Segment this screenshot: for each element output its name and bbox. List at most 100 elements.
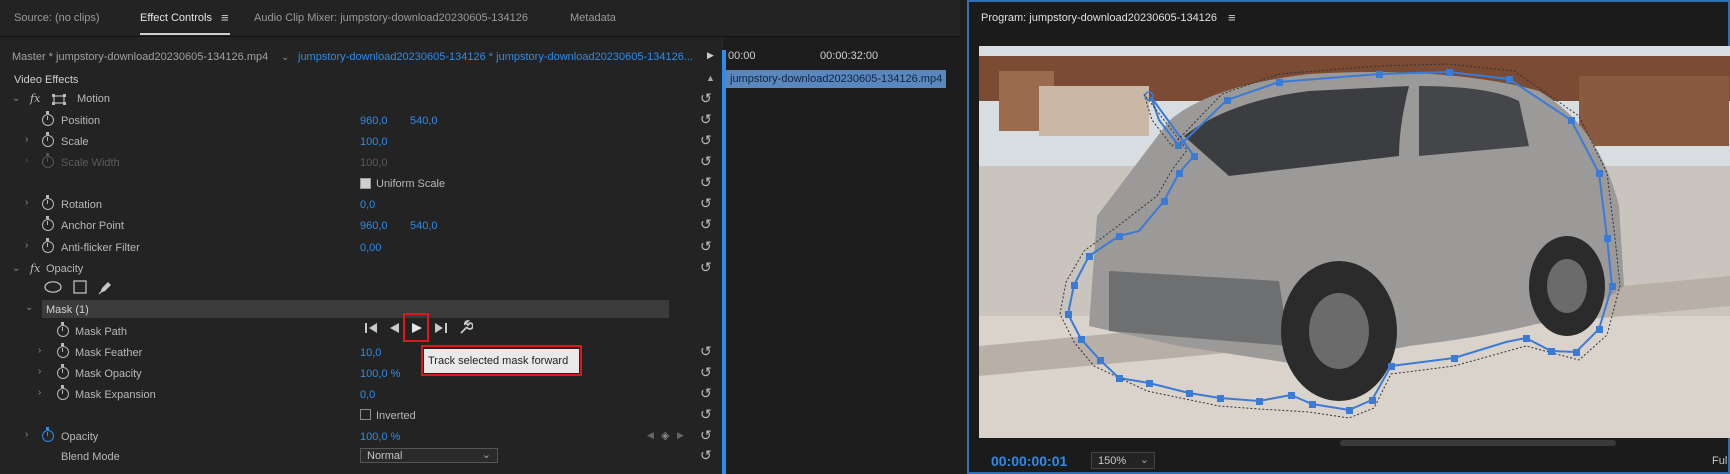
reset-icon[interactable]: ↺ (700, 91, 714, 105)
stopwatch-icon[interactable] (42, 216, 54, 231)
tab-effect-controls[interactable]: Effect Controls (140, 12, 212, 24)
mask-path-label: Mask Path (75, 326, 127, 338)
playback-resolution[interactable]: Ful (1712, 455, 1727, 467)
reset-icon[interactable]: ↺ (700, 133, 714, 147)
reset-icon[interactable]: ↺ (700, 448, 714, 462)
program-video-frame[interactable] (979, 46, 1730, 438)
expand-chevron-icon[interactable]: › (38, 366, 41, 377)
sequence-clip-label[interactable]: jumpstory-download20230605-134126 * jump… (298, 51, 693, 63)
anchor-x-value[interactable]: 960,0 (360, 220, 388, 232)
play-triangle-icon[interactable]: ▶ (707, 50, 714, 61)
motion-transform-icon[interactable] (52, 94, 66, 105)
track-backward-one-frame-icon[interactable] (364, 322, 378, 334)
rotation-value[interactable]: 0,0 (360, 199, 375, 211)
expand-chevron-icon[interactable]: › (25, 134, 28, 145)
timeline-end-time: 00:00:32:00 (820, 50, 879, 62)
panel-tab-bar: Source: (no clips) Effect Controls ≡ Aud… (0, 0, 960, 37)
reset-icon[interactable]: ↺ (700, 112, 714, 126)
opacity-value[interactable]: 100,0 % (360, 431, 400, 443)
reset-icon[interactable]: ↺ (700, 260, 714, 274)
blend-mode-label: Blend Mode (61, 451, 120, 463)
anti-flicker-label: Anti-flicker Filter (61, 242, 140, 254)
wrench-icon[interactable] (458, 320, 473, 335)
stopwatch-icon[interactable] (57, 364, 69, 379)
effect-controls-timeline[interactable] (722, 37, 949, 474)
chevron-down-icon: ⌄ (1139, 454, 1149, 466)
program-horizontal-scrollbar[interactable] (1340, 440, 1616, 446)
inverted-checkbox[interactable] (360, 409, 371, 420)
track-forward-highlight (403, 313, 429, 342)
master-clip-label[interactable]: Master * jumpstory-download20230605-1341… (12, 51, 268, 63)
opacity-label: Opacity (61, 431, 99, 443)
timeline-clip[interactable]: jumpstory-download20230605-134126.mp4 (726, 70, 946, 88)
position-x-value[interactable]: 960,0 (360, 115, 388, 127)
reset-icon[interactable]: ↺ (700, 196, 714, 210)
anchor-y-value[interactable]: 540,0 (410, 220, 438, 232)
stopwatch-icon[interactable] (42, 427, 54, 442)
expand-chevron-icon[interactable]: › (38, 387, 41, 398)
collapse-chevron-icon[interactable]: ⌄ (12, 263, 20, 274)
next-keyframe-icon[interactable]: ▶ (677, 430, 684, 441)
fx-badge-icon[interactable]: fx (30, 262, 40, 275)
expand-chevron-icon[interactable]: › (25, 240, 28, 251)
reset-icon[interactable]: ↺ (700, 365, 714, 379)
add-keyframe-icon[interactable]: ◈ (661, 429, 669, 442)
reset-icon[interactable]: ↺ (700, 154, 714, 168)
rotation-label: Rotation (61, 199, 102, 211)
stopwatch-icon[interactable] (57, 385, 69, 400)
mask-feather-label: Mask Feather (75, 347, 143, 359)
expand-chevron-icon[interactable]: › (25, 197, 28, 208)
zoom-select[interactable]: 150% ⌄ (1091, 452, 1155, 469)
reset-icon[interactable]: ↺ (700, 344, 714, 358)
reset-icon[interactable]: ↺ (700, 175, 714, 189)
active-tab-indicator (140, 33, 230, 35)
pen-mask-icon[interactable] (98, 280, 113, 295)
track-backward-icon[interactable] (388, 322, 400, 334)
blend-mode-select[interactable]: Normal ⌄ (360, 448, 498, 463)
chevron-down-icon[interactable]: ⌄ (281, 52, 289, 63)
mask-feather-value[interactable]: 10,0 (360, 347, 381, 359)
scale-value[interactable]: 100,0 (360, 136, 388, 148)
mask-opacity-label: Mask Opacity (75, 368, 142, 380)
scroll-up-icon[interactable]: ▲ (706, 73, 715, 83)
prev-keyframe-icon[interactable]: ◀ (647, 430, 654, 441)
uniform-scale-label: Uniform Scale (376, 178, 446, 190)
stopwatch-icon[interactable] (42, 238, 54, 253)
mask-expansion-value[interactable]: 0,0 (360, 389, 375, 401)
collapse-chevron-icon[interactable]: ⌄ (12, 93, 20, 104)
collapse-chevron-icon[interactable]: ⌄ (25, 302, 33, 313)
rectangle-mask-icon[interactable] (73, 280, 87, 294)
position-y-value[interactable]: 540,0 (410, 115, 438, 127)
tab-metadata[interactable]: Metadata (570, 12, 616, 24)
stopwatch-icon[interactable] (42, 132, 54, 147)
stopwatch-icon[interactable] (42, 195, 54, 210)
track-forward-one-frame-icon[interactable] (434, 322, 448, 334)
program-menu-icon[interactable]: ≡ (1228, 10, 1236, 25)
reset-icon[interactable]: ↺ (700, 407, 714, 421)
mask-label[interactable]: Mask (1) (46, 304, 89, 316)
zoom-level: 150% (1098, 455, 1127, 467)
stopwatch-icon[interactable] (42, 111, 54, 126)
stopwatch-icon[interactable] (57, 322, 69, 337)
program-monitor-title[interactable]: Program: jumpstory-download20230605-1341… (981, 12, 1217, 24)
ellipse-mask-icon[interactable] (44, 281, 62, 293)
reset-icon[interactable]: ↺ (700, 428, 714, 442)
panel-menu-icon[interactable]: ≡ (221, 10, 229, 25)
playhead[interactable] (722, 50, 726, 474)
reset-icon[interactable]: ↺ (700, 239, 714, 253)
expand-chevron-icon[interactable]: › (25, 429, 28, 440)
stopwatch-icon (42, 153, 54, 168)
uniform-scale-checkbox[interactable] (360, 178, 371, 189)
tab-audio-clip-mixer[interactable]: Audio Clip Mixer: jumpstory-download2023… (254, 12, 528, 24)
fx-badge-icon[interactable]: fx (30, 92, 40, 105)
anti-flicker-value[interactable]: 0,00 (360, 242, 381, 254)
reset-icon[interactable]: ↺ (700, 217, 714, 231)
expand-chevron-icon[interactable]: › (38, 345, 41, 356)
stopwatch-icon[interactable] (57, 343, 69, 358)
program-timecode[interactable]: 00:00:00:01 (991, 453, 1067, 469)
tab-source[interactable]: Source: (no clips) (14, 12, 100, 24)
scale-label: Scale (61, 136, 89, 148)
mask-opacity-value[interactable]: 100,0 % (360, 368, 400, 380)
mask-row-highlight[interactable] (42, 300, 669, 318)
reset-icon[interactable]: ↺ (700, 386, 714, 400)
